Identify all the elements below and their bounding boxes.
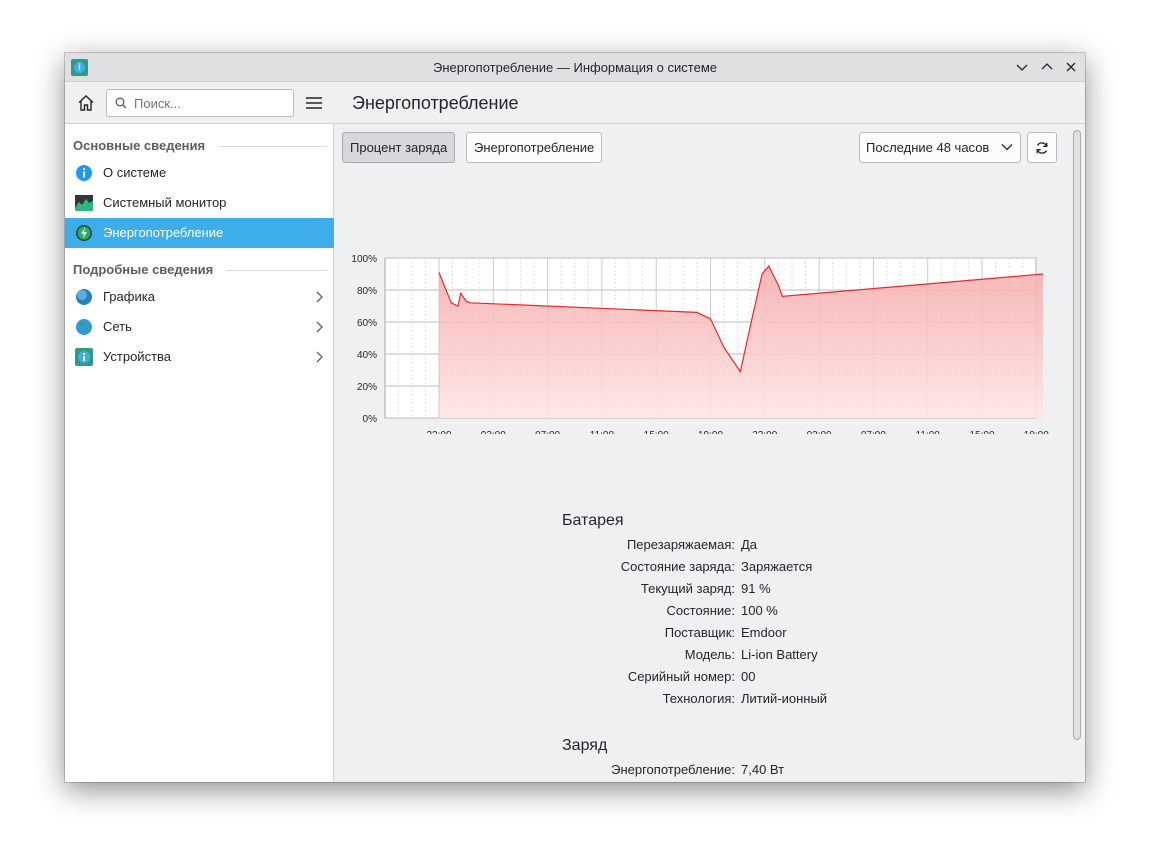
x-tick-label: 23:00 xyxy=(426,430,451,434)
refresh-button[interactable] xyxy=(1027,132,1057,163)
refresh-icon xyxy=(1036,141,1048,154)
sidebar-item-energy[interactable]: Энергопотребление xyxy=(65,218,334,248)
sidebar-item-label: О системе xyxy=(103,165,167,180)
sidebar-item-label: Сеть xyxy=(103,319,132,334)
graphics-icon xyxy=(76,289,92,305)
sidebar-item-about[interactable]: О системе xyxy=(65,158,334,188)
x-tick-label: 15:00 xyxy=(644,430,669,434)
y-tick-label: 100% xyxy=(351,254,377,265)
hamburger-menu-button[interactable] xyxy=(302,91,326,115)
page-header: Энергопотребление xyxy=(335,82,1085,124)
battery-property-label: Модель: xyxy=(684,647,735,662)
section-heading-basic: Основные сведения xyxy=(73,138,206,153)
sidebar-header xyxy=(65,82,334,124)
section-divider xyxy=(218,146,327,147)
search-icon xyxy=(115,97,127,109)
battery-property-value: Литий-ионный xyxy=(741,691,828,706)
x-tick-label: 23:00 xyxy=(752,430,777,434)
page-title: Энергопотребление xyxy=(352,93,519,113)
home-button[interactable] xyxy=(73,90,99,116)
info-icon xyxy=(76,165,92,181)
y-tick-label: 20% xyxy=(357,382,377,393)
x-tick-label: 19:00 xyxy=(698,430,723,434)
x-tick-label: 11:00 xyxy=(916,430,941,434)
section-heading-detailed: Подробные сведения xyxy=(73,262,214,277)
battery-section-title: Батарея xyxy=(562,512,624,529)
battery-property-label: Состояние заряда: xyxy=(620,559,735,574)
y-tick-label: 40% xyxy=(357,350,377,361)
sidebar-item-graphics[interactable]: Графика xyxy=(65,282,334,312)
battery-property-value: Emdoor xyxy=(741,625,787,640)
close-button[interactable] xyxy=(1062,58,1080,76)
chevron-down-icon xyxy=(1001,144,1013,151)
sidebar-item-system-monitor[interactable]: Системный монитор xyxy=(65,188,334,218)
minimize-button[interactable] xyxy=(1013,58,1031,76)
battery-property-value: 00 xyxy=(741,669,756,684)
chevron-right-icon xyxy=(316,321,323,333)
sidebar-item-devices[interactable]: Устройства xyxy=(65,342,334,372)
time-range-value: Последние 48 часов xyxy=(866,140,990,155)
battery-property-label: Перезаряжаемая: xyxy=(626,537,735,552)
hamburger-menu-icon xyxy=(306,97,322,109)
network-icon xyxy=(76,319,92,335)
charge-property-label: Энергопотребление: xyxy=(611,762,735,777)
y-tick-label: 0% xyxy=(363,414,378,425)
section-divider xyxy=(226,270,327,271)
x-tick-label: 07:00 xyxy=(535,430,560,434)
sidebar-item-label: Устройства xyxy=(103,349,172,364)
battery-property-value: 100 % xyxy=(741,603,778,618)
x-tick-label: 11:00 xyxy=(590,430,615,434)
sidebar-item-label: Графика xyxy=(103,289,155,304)
time-range-select[interactable]: Последние 48 часов xyxy=(859,132,1021,163)
x-tick-label: 19:00 xyxy=(1024,430,1049,434)
system-monitor-icon xyxy=(75,195,93,211)
battery-property-value: Заряжается xyxy=(741,559,813,574)
sidebar: Основные сведения О системе Системный мо… xyxy=(65,124,334,782)
devices-icon xyxy=(75,348,93,366)
tab-charge-percent[interactable]: Процент заряда xyxy=(342,132,456,163)
chevron-right-icon xyxy=(316,291,323,303)
maximize-button[interactable] xyxy=(1038,58,1056,76)
sidebar-item-network[interactable]: Сеть xyxy=(65,312,334,342)
tab-power-consumption[interactable]: Энергопотребление xyxy=(466,132,603,163)
title-bar[interactable]: i Энергопотребление — Информация о систе… xyxy=(65,53,1085,82)
battery-property-label: Текущий заряд: xyxy=(640,581,735,596)
app-window: i Энергопотребление — Информация о систе… xyxy=(65,53,1085,782)
window-title: Энергопотребление — Информация о системе xyxy=(432,60,717,75)
battery-property-label: Серийный номер: xyxy=(627,669,735,684)
battery-property-value: Li-ion Battery xyxy=(741,647,818,662)
sidebar-item-label: Системный монитор xyxy=(103,195,227,210)
x-tick-label: 15:00 xyxy=(969,430,994,434)
charge-property-value: 7,40 Вт xyxy=(741,762,785,777)
x-tick-label: 03:00 xyxy=(481,430,506,434)
chevron-right-icon xyxy=(316,351,323,363)
x-tick-label: 03:00 xyxy=(807,430,832,434)
battery-property-label: Технология: xyxy=(662,691,735,706)
sidebar-item-label: Энергопотребление xyxy=(103,225,224,240)
main-content: Процент заряда Энергопотребление Последн… xyxy=(335,124,1085,782)
power-icon xyxy=(76,225,92,241)
search-input[interactable] xyxy=(132,93,287,113)
search-field[interactable] xyxy=(106,89,294,117)
y-tick-label: 60% xyxy=(357,318,377,329)
battery-property-label: Поставщик: xyxy=(664,625,735,640)
battery-property-value: 91 % xyxy=(741,581,771,596)
home-icon xyxy=(78,95,94,111)
scrollbar[interactable] xyxy=(1073,130,1081,740)
x-tick-label: 07:00 xyxy=(861,430,886,434)
charge-section-title: Заряд xyxy=(562,737,608,754)
battery-property-label: Состояние: xyxy=(666,603,735,618)
y-tick-label: 80% xyxy=(357,286,377,297)
battery-history-chart: 0%20%40%60%80%100%23:0007.12.202203:0007… xyxy=(351,254,1049,434)
battery-property-value: Да xyxy=(741,537,758,552)
